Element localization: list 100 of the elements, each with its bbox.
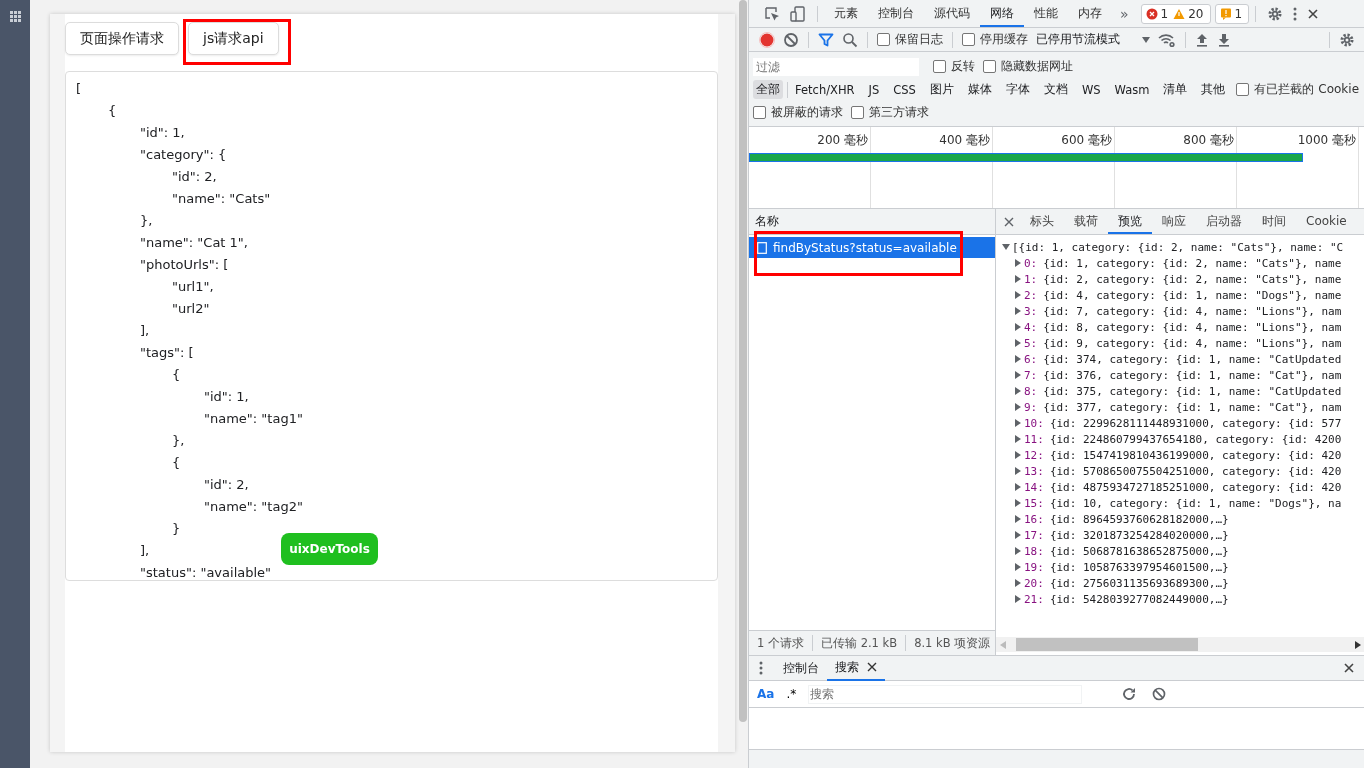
property-key: 4: <box>1024 320 1038 334</box>
expand-arrow-icon[interactable] <box>1014 595 1022 603</box>
expand-arrow-icon[interactable] <box>1014 419 1022 427</box>
type-filter[interactable]: 全部 <box>753 80 783 99</box>
scrollbar-thumb[interactable] <box>739 0 747 722</box>
console-counter[interactable]: 1 20 <box>1140 3 1211 24</box>
refresh-icon[interactable] <box>1122 687 1137 701</box>
checkbox[interactable] <box>851 106 864 119</box>
checkbox[interactable] <box>933 60 946 73</box>
property-key: 1: <box>1024 272 1038 286</box>
expand-arrow-icon[interactable] <box>1014 371 1022 379</box>
match-case-button[interactable]: Aa <box>757 687 775 701</box>
close-icon[interactable] <box>1004 216 1014 227</box>
panel-tab[interactable]: 元素 <box>824 0 868 27</box>
throttling-select[interactable]: 已停用节流模式 <box>1036 31 1150 48</box>
type-filter[interactable]: 媒体 <box>964 80 995 99</box>
expand-arrow-icon[interactable] <box>1014 515 1022 523</box>
filter-icon[interactable] <box>818 31 834 48</box>
panel-tab[interactable]: 内存 <box>1068 0 1112 27</box>
expand-arrow-icon[interactable] <box>1014 355 1022 363</box>
expand-arrow-icon[interactable] <box>1014 483 1022 491</box>
detail-tab[interactable]: 启动器 <box>1196 209 1252 234</box>
expand-arrow-icon[interactable] <box>1014 499 1022 507</box>
detail-tab[interactable]: 标头 <box>1020 209 1064 234</box>
detail-tab[interactable]: 预览 <box>1108 209 1152 234</box>
expand-arrow-icon[interactable] <box>1014 531 1022 539</box>
network-conditions-icon[interactable] <box>1158 31 1176 48</box>
property-value: {id: 9, category: {id: 4, name: "Lions"}, nam <box>1043 336 1342 350</box>
expand-arrow-icon[interactable] <box>1014 563 1022 571</box>
expand-arrow-icon[interactable] <box>1014 387 1022 395</box>
settings-icon[interactable] <box>1267 5 1284 22</box>
grid-icon[interactable] <box>9 11 21 22</box>
detail-tab[interactable]: 响应 <box>1152 209 1196 234</box>
expand-arrow-icon[interactable] <box>1014 259 1022 267</box>
panel-tab[interactable]: 性能 <box>1024 0 1068 27</box>
inspect-icon[interactable] <box>764 5 780 22</box>
expand-arrow-icon[interactable] <box>1014 547 1022 555</box>
checkbox-label: 第三方请求 <box>869 104 929 121</box>
more-options-icon[interactable] <box>759 661 763 675</box>
device-icon[interactable] <box>790 5 806 22</box>
request-button[interactable]: js请求api <box>188 22 279 55</box>
type-filter[interactable]: WS <box>1078 80 1104 99</box>
type-filter[interactable]: Fetch/XHR <box>792 80 858 99</box>
request-button[interactable]: 页面操作请求 <box>65 22 179 55</box>
property-key: 14: <box>1024 480 1044 494</box>
property-key: 19: <box>1024 560 1044 574</box>
more-tabs-button[interactable]: » <box>1112 5 1137 22</box>
panel-tab[interactable]: 源代码 <box>924 0 980 27</box>
property-value: {id: 10, category: {id: 1, name: "Dogs"}, na <box>1049 496 1342 510</box>
detail-tab[interactable]: Cookie <box>1296 209 1357 234</box>
type-filter[interactable]: 文档 <box>1040 80 1071 99</box>
expand-arrow-icon[interactable] <box>1014 339 1022 347</box>
type-filter[interactable]: 其他 <box>1198 80 1229 99</box>
drawer-tab[interactable]: 搜索 <box>827 655 885 681</box>
close-icon[interactable] <box>867 662 877 672</box>
scrollbar-thumb[interactable] <box>1016 638 1198 651</box>
close-icon[interactable] <box>1343 662 1355 674</box>
request-name: findByStatus?status=available <box>773 240 957 255</box>
request-row[interactable]: findByStatus?status=available <box>749 237 995 258</box>
more-options-icon[interactable] <box>1293 5 1298 22</box>
type-filter[interactable]: JS <box>865 80 883 99</box>
expand-arrow-icon[interactable] <box>1014 323 1022 331</box>
search-icon[interactable] <box>842 31 858 48</box>
expand-arrow-icon[interactable] <box>1014 291 1022 299</box>
detail-tab[interactable]: 时间 <box>1252 209 1296 234</box>
detail-tab[interactable]: 载荷 <box>1064 209 1108 234</box>
count-text: 1 <box>1234 6 1243 21</box>
record-icon[interactable] <box>759 31 775 48</box>
expand-arrow-icon[interactable] <box>1014 451 1022 459</box>
issues-counter[interactable]: 1 <box>1214 3 1250 24</box>
regex-button[interactable]: .* <box>784 687 799 701</box>
type-filter[interactable]: Wasm <box>1111 80 1153 99</box>
download-icon[interactable] <box>1217 32 1231 47</box>
checkbox[interactable] <box>877 33 890 46</box>
settings-icon[interactable] <box>1339 31 1355 48</box>
type-filter[interactable]: CSS <box>890 80 919 99</box>
expand-arrow-icon[interactable] <box>1002 243 1010 251</box>
expand-arrow-icon[interactable] <box>1014 307 1022 315</box>
scroll-right-icon[interactable] <box>1355 640 1361 649</box>
expand-arrow-icon[interactable] <box>1014 467 1022 475</box>
checkbox[interactable] <box>962 33 975 46</box>
panel-tab[interactable]: 控制台 <box>868 0 924 27</box>
clear-icon[interactable] <box>1152 687 1167 701</box>
drawer-tab[interactable]: 控制台 <box>775 655 827 681</box>
upload-icon[interactable] <box>1195 32 1209 47</box>
filter-field[interactable]: 过滤 <box>753 57 919 76</box>
count-text: 20 <box>1188 6 1204 21</box>
clear-icon[interactable] <box>783 31 799 48</box>
type-filter[interactable]: 字体 <box>1002 80 1033 99</box>
type-filter[interactable]: 清单 <box>1160 80 1191 99</box>
checkbox[interactable] <box>983 60 996 73</box>
expand-arrow-icon[interactable] <box>1014 435 1022 443</box>
close-icon[interactable] <box>1307 7 1320 20</box>
expand-arrow-icon[interactable] <box>1014 275 1022 283</box>
expand-arrow-icon[interactable] <box>1014 403 1022 411</box>
type-filter[interactable]: 图片 <box>926 80 957 99</box>
checkbox[interactable] <box>1236 83 1250 96</box>
checkbox[interactable] <box>753 106 766 119</box>
search-field[interactable]: 搜索 <box>808 684 1083 704</box>
expand-arrow-icon[interactable] <box>1014 579 1022 587</box>
